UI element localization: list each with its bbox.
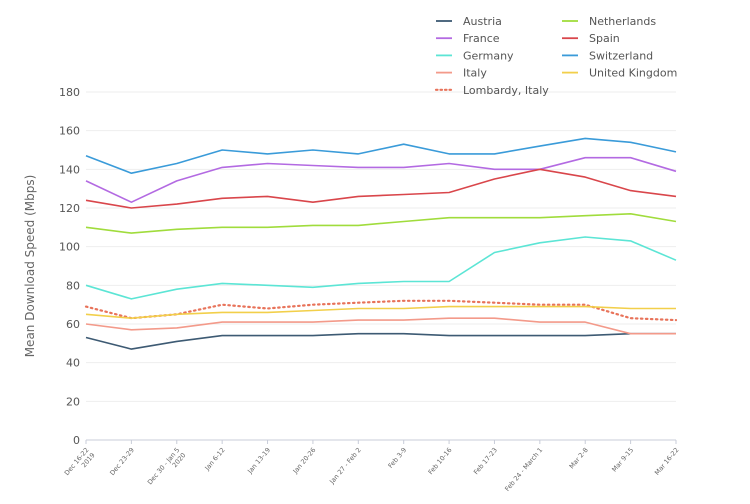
x-tick-label-line: Mar 2-8 xyxy=(568,446,590,470)
series-line-spain xyxy=(85,168,677,209)
x-tick-label-line: Jan 27 - Feb 2 xyxy=(327,446,362,486)
x-tick-label-line: Feb 17-23 xyxy=(472,446,499,476)
x-tick-label-line: Jan 6-12 xyxy=(203,446,227,472)
legend-label: Austria xyxy=(463,15,502,28)
y-tick-label: 140 xyxy=(59,163,80,176)
x-tick-label-line: Dec 23-29 xyxy=(108,446,136,477)
x-tick-label: Mar 16-22 xyxy=(653,446,680,477)
series-line-united-kingdom xyxy=(85,305,676,320)
x-tick-label: Jan 13-19 xyxy=(245,446,272,476)
legend: Austria France Germany Italy Lombardy, Italy… xyxy=(434,15,677,97)
y-tick-label: 40 xyxy=(66,357,80,370)
x-axis: Dec 16-222019 Dec 23-29 Dec 30 - Jan 52020… xyxy=(63,439,681,493)
y-tick-label: 60 xyxy=(66,318,80,331)
y-axis: 0 20 40 60 80 100 120 140 160 180 xyxy=(59,86,80,447)
y-tick-label: 100 xyxy=(59,241,80,254)
x-tick-label-line: Jan 20-26 xyxy=(291,446,318,476)
legend-label: Switzerland xyxy=(589,49,653,62)
x-tick-label-line: Feb 3-9 xyxy=(387,446,409,470)
x-tick-label-line: Feb 10-16 xyxy=(427,446,454,476)
x-tick-label: Feb 3-9 xyxy=(387,446,409,470)
y-axis-label: Mean Download Speed (Mbps) xyxy=(23,175,37,358)
legend-label: Lombardy, Italy xyxy=(463,84,549,97)
x-tick-label-line: Jan 13-19 xyxy=(245,446,272,476)
line-chart: 020406080100120140160180 Dec 16-222019 De… xyxy=(23,15,681,493)
legend-label: United Kingdom xyxy=(589,67,677,80)
x-tick-label: Mar 2-8 xyxy=(568,446,590,470)
y-tick-label: 0 xyxy=(73,434,80,447)
series-line-italy xyxy=(85,317,676,335)
y-tick-label: 160 xyxy=(59,125,80,138)
y-tick-label: 120 xyxy=(59,202,80,215)
x-tick-label: Jan 20-26 xyxy=(291,446,318,476)
series-line-netherlands xyxy=(85,213,677,234)
y-tick-label: 80 xyxy=(66,279,80,292)
x-tick-label: Dec 23-29 xyxy=(108,446,136,477)
x-tick-label: Jan 6-12 xyxy=(203,446,227,472)
legend-label: Netherlands xyxy=(589,15,656,28)
series-lines xyxy=(84,137,678,350)
legend-label: France xyxy=(463,32,500,45)
series-line-austria xyxy=(85,332,676,350)
x-tick-label-line: Feb 24 - March 1 xyxy=(503,446,544,493)
series-line-lombardy-italy xyxy=(84,299,678,322)
x-tick-label: Feb 24 - March 1 xyxy=(503,446,544,493)
y-tick-label: 20 xyxy=(66,395,80,408)
x-tick-label: Mar 9-15 xyxy=(610,446,635,473)
x-tick-label-line: Mar 16-22 xyxy=(653,446,680,477)
legend-label: Italy xyxy=(463,67,487,80)
x-tick-label-line: Mar 9-15 xyxy=(610,446,635,473)
x-tick-label: Jan 27 - Feb 2 xyxy=(327,446,362,486)
legend-label: Germany xyxy=(463,49,514,62)
legend-label: Spain xyxy=(589,32,620,45)
y-tick-label: 180 xyxy=(59,86,80,99)
x-tick-label: Dec 16-222019 xyxy=(63,446,97,482)
x-tick-label: Dec 30 - Jan 52020 xyxy=(146,446,188,491)
x-tick-label: Feb 17-23 xyxy=(472,446,499,476)
x-tick-label: Feb 10-16 xyxy=(427,446,454,476)
